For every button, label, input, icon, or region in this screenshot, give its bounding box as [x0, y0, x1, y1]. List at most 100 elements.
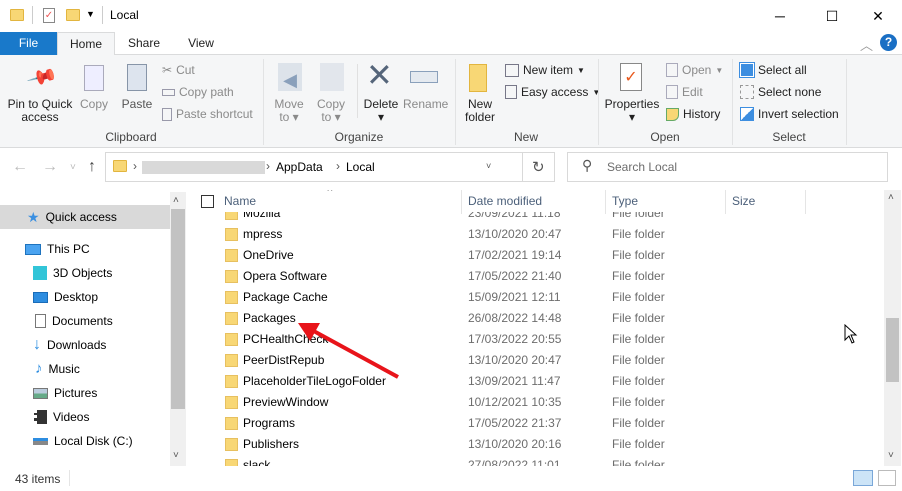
paste-button[interactable]: Paste [118, 98, 156, 111]
file-type: File folder [612, 227, 665, 241]
invert-selection-button[interactable]: Invert selection [740, 107, 839, 121]
scroll-down-icon[interactable]: ˅ [173, 450, 179, 461]
new-folder-icon [469, 64, 487, 92]
paste-shortcut-button[interactable]: Paste shortcut [162, 107, 253, 121]
tab-view[interactable]: View [176, 32, 226, 55]
back-button[interactable]: ← [12, 158, 28, 176]
select-all-label: Select all [758, 63, 807, 77]
new-item-button[interactable]: New item ▼ [505, 63, 585, 77]
sidebar-item-label: Downloads [47, 338, 107, 352]
music-icon: ♪ [35, 360, 43, 377]
sidebar-item-pictures[interactable]: Pictures [0, 381, 170, 405]
properties-quick-icon[interactable]: ✓ [43, 8, 55, 23]
up-button[interactable]: ↑ [88, 158, 96, 176]
minimize-button[interactable]: ─ [757, 0, 803, 32]
sidebar-item-videos[interactable]: Videos [0, 405, 170, 429]
open-button[interactable]: Open ▼ [666, 63, 723, 77]
table-row[interactable]: Opera Software 17/05/2022 21:40 File fol… [195, 266, 884, 287]
address-dropdown-icon[interactable]: ˅ [486, 161, 491, 171]
cut-label: Cut [176, 63, 195, 77]
star-icon: ★ [27, 209, 40, 225]
copy-button[interactable]: Copy [76, 98, 112, 111]
rename-button[interactable]: Rename [403, 98, 448, 111]
column-divider[interactable] [605, 190, 606, 214]
properties-button[interactable]: Properties ▾ [602, 98, 662, 124]
table-row[interactable]: Publishers 13/10/2020 20:16 File folder [195, 434, 884, 455]
address-bar[interactable]: › › AppData › Local ˅ ↻ [105, 152, 555, 182]
copy-to-button[interactable]: Copy to ▾ [312, 98, 350, 124]
invert-selection-icon [740, 107, 754, 121]
cut-button[interactable]: ✂ Cut [162, 63, 195, 77]
column-type[interactable]: Type [612, 194, 638, 208]
rename-icon [410, 71, 438, 83]
breadcrumb-local[interactable]: Local [346, 160, 375, 174]
table-row[interactable]: OneDrive 17/02/2021 19:14 File folder [195, 245, 884, 266]
scrollbar-thumb[interactable] [171, 209, 185, 409]
history-button[interactable]: History [666, 107, 720, 121]
file-type: File folder [612, 374, 665, 388]
collapse-ribbon-icon[interactable]: ︿ [860, 35, 873, 54]
table-row[interactable]: Package Cache 15/09/2021 12:11 File fold… [195, 287, 884, 308]
forward-button[interactable]: → [42, 158, 58, 176]
tab-home[interactable]: Home [57, 32, 115, 56]
maximize-button[interactable]: ☐ [809, 0, 855, 32]
close-button[interactable]: ✕ [855, 0, 901, 32]
scroll-up-icon[interactable]: ˄ [888, 192, 894, 203]
recent-locations-button[interactable]: ˅ [70, 162, 76, 173]
breadcrumb-appdata[interactable]: AppData [276, 160, 323, 174]
sidebar-item-this-pc[interactable]: This PC [0, 237, 170, 261]
table-row[interactable]: PreviewWindow 10/12/2021 10:35 File fold… [195, 392, 884, 413]
divider [102, 6, 103, 24]
properties-label: Properties [604, 97, 660, 111]
column-date-modified[interactable]: Date modified [468, 194, 542, 208]
column-divider[interactable] [805, 190, 806, 214]
date-modified: 27/08/2022 11:01 [468, 458, 561, 466]
move-to-button[interactable]: Move to ▾ [270, 98, 308, 124]
refresh-icon[interactable]: ↻ [532, 158, 545, 176]
table-row[interactable]: slack 27/08/2022 11:01 File folder [195, 455, 884, 466]
easy-access-button[interactable]: Easy access ▼ [505, 85, 600, 99]
delete-button[interactable]: Delete ▾ [361, 98, 401, 124]
tab-share[interactable]: Share [118, 32, 170, 55]
large-icons-view-button[interactable] [878, 470, 896, 486]
search-input[interactable]: Search Local [567, 152, 888, 182]
column-size[interactable]: Size [732, 194, 755, 208]
table-row[interactable]: Programs 17/05/2022 21:37 File folder [195, 413, 884, 434]
edit-button[interactable]: Edit [666, 85, 703, 99]
sidebar-item-3d-objects[interactable]: 3D Objects [0, 261, 170, 285]
sidebar-item-quick-access[interactable]: ★ Quick access [0, 205, 170, 229]
select-all-button[interactable]: Select all [739, 62, 807, 78]
file-list-scrollbar[interactable]: ˄ ˅ [884, 190, 901, 466]
sidebar-scrollbar[interactable]: ˄ ˅ [170, 192, 186, 466]
new-folder-quick-icon[interactable] [66, 9, 80, 21]
customize-toolbar-icon[interactable]: ▼ [86, 9, 95, 19]
sidebar-item-documents[interactable]: Documents [0, 309, 170, 333]
details-view-button[interactable] [853, 470, 873, 486]
file-type: File folder [612, 458, 665, 466]
copy-path-button[interactable]: Copy path [162, 85, 234, 99]
scrollbar-thumb[interactable] [886, 318, 899, 382]
sidebar-item-desktop[interactable]: Desktop [0, 285, 170, 309]
column-divider[interactable] [725, 190, 726, 214]
sidebar-item-local-disk[interactable]: Local Disk (C:) [0, 429, 170, 453]
scroll-down-icon[interactable]: ˅ [888, 450, 894, 461]
select-none-button[interactable]: Select none [740, 85, 821, 99]
scroll-up-icon[interactable]: ˄ [173, 195, 179, 206]
computer-icon [25, 243, 41, 255]
pin-to-quick-access-button[interactable]: Pin to Quick access [4, 98, 76, 124]
new-folder-button[interactable]: New folder [460, 98, 500, 124]
file-type: File folder [612, 248, 665, 262]
column-divider[interactable] [461, 190, 462, 214]
table-row[interactable]: mpress 13/10/2020 20:47 File folder [195, 224, 884, 245]
tab-file[interactable]: File [0, 32, 57, 55]
sidebar-item-music[interactable]: ♪ Music [0, 357, 170, 381]
select-all-checkbox[interactable] [201, 195, 214, 208]
file-name: mpress [243, 227, 283, 241]
move-label: Move [274, 97, 304, 111]
help-icon[interactable]: ? [880, 34, 897, 51]
desktop-icon [33, 291, 48, 303]
column-name[interactable]: Name [224, 194, 256, 208]
status-bar: 43 items [0, 466, 902, 491]
arrow-shaft [309, 327, 399, 379]
sidebar-item-downloads[interactable]: ↓ Downloads [0, 333, 170, 357]
